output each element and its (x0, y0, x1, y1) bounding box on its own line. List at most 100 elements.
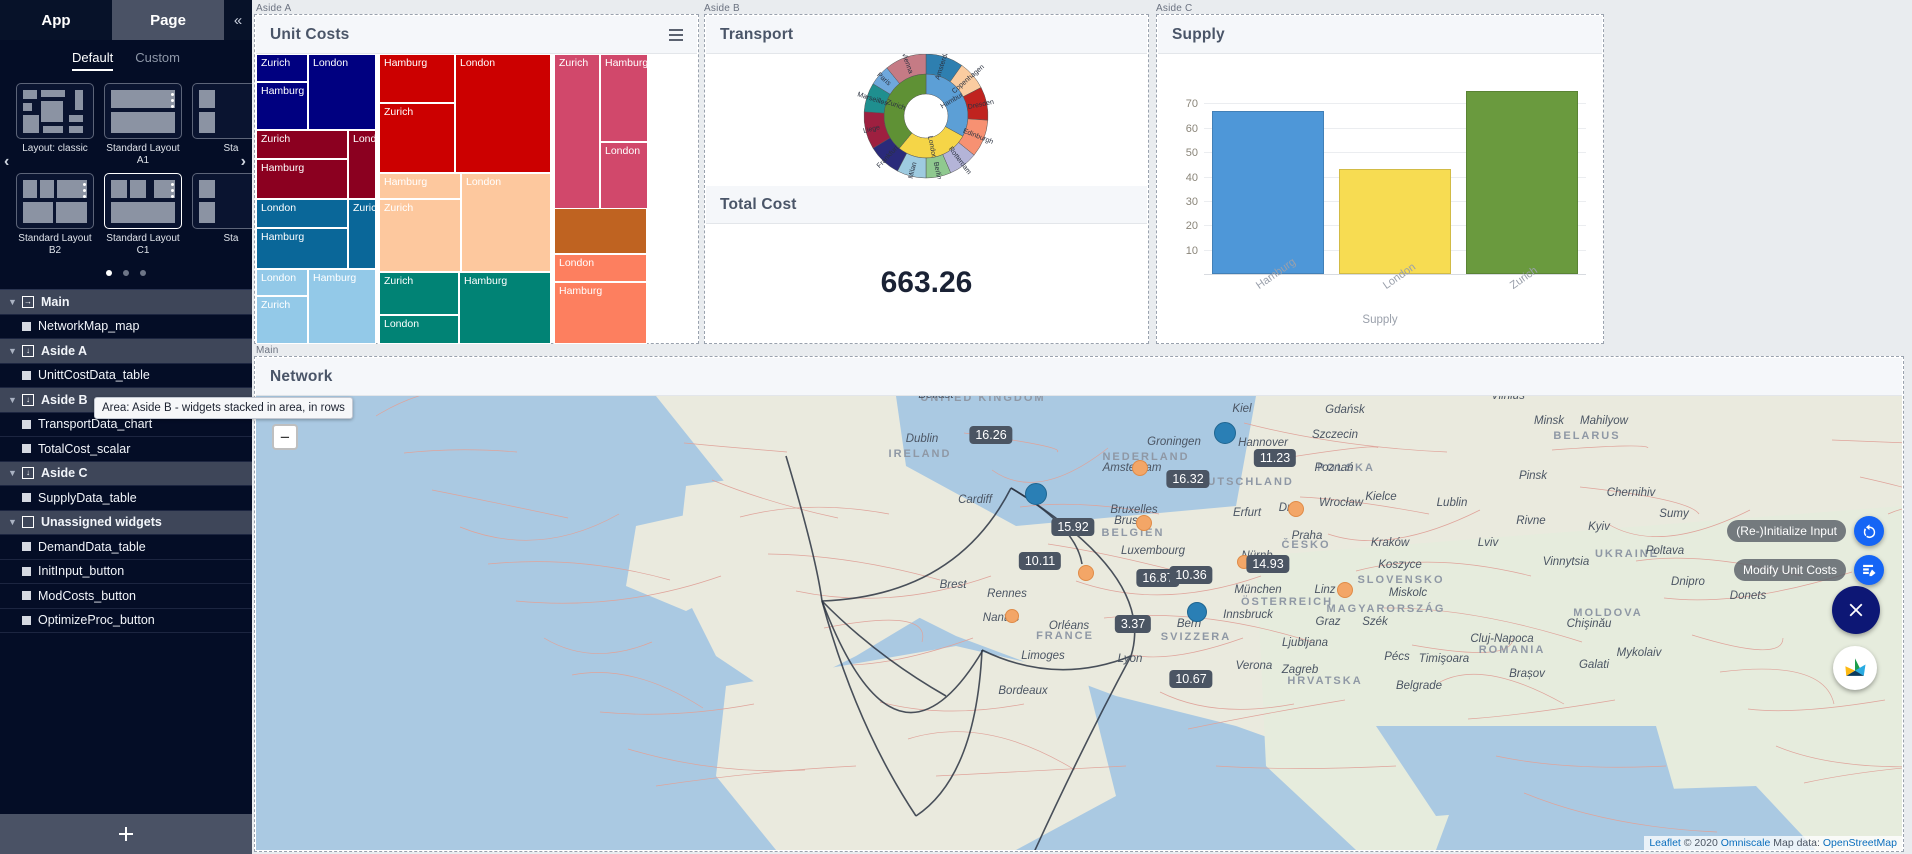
treemap-cell[interactable]: London (554, 254, 647, 282)
chevron-down-icon[interactable]: ▼ (8, 517, 22, 527)
map-node-orange[interactable] (1078, 565, 1094, 581)
unit-costs-title: Unit Costs (270, 25, 350, 43)
treemap-cell[interactable]: Zurich (348, 199, 376, 269)
chevron-down-icon[interactable]: ▼ (8, 346, 22, 356)
supply-bar-chart[interactable]: 102030405060700 HamburgLondonZurich Supp… (1158, 54, 1602, 471)
hamburger-icon[interactable] (669, 28, 683, 41)
treemap-cell[interactable]: Zurich (379, 199, 461, 272)
add-widget-button[interactable] (0, 814, 252, 854)
omniscale-link[interactable]: Omniscale (1721, 837, 1771, 849)
tree-row-unittcostdata-table[interactable]: UnittCostData_table (0, 363, 252, 388)
reinitialize-input-button[interactable] (1854, 516, 1884, 546)
treemap-cell[interactable]: Zurich (647, 209, 649, 211)
layout-thumb-a1[interactable] (104, 83, 182, 139)
tree-row-main[interactable]: ▼ → Main (0, 290, 252, 315)
modify-unit-costs-label[interactable]: Modify Unit Costs (1733, 559, 1846, 581)
treemap-cell[interactable]: Zurich (554, 54, 600, 209)
map-node-orange[interactable] (1136, 515, 1152, 531)
subtab-custom[interactable]: Custom (135, 50, 180, 71)
map-node-blue[interactable] (1187, 602, 1207, 622)
tab-page[interactable]: Page (112, 0, 224, 40)
treemap-cell[interactable]: Hamburg (256, 82, 308, 130)
map-zoom-out-button[interactable]: − (272, 424, 298, 450)
tree-row-aside-c[interactable]: ▼ ↓ Aside C (0, 461, 252, 486)
gallery-next-button[interactable]: › (241, 153, 246, 171)
treemap-cell-label: London (559, 257, 595, 269)
tree-row-demanddata-table[interactable]: DemandData_table (0, 535, 252, 560)
modify-unit-costs-button[interactable] (1854, 555, 1884, 585)
gallery-page-dots[interactable] (0, 263, 252, 285)
layout-card-classic[interactable]: Layout: classic (16, 83, 94, 167)
map-city-label: München (1234, 584, 1282, 596)
treemap-cell[interactable]: Hamburg (379, 173, 461, 199)
treemap-cell[interactable]: Hamburg (379, 54, 455, 103)
supply-y-tick: 30 (1185, 195, 1198, 208)
map-node-blue[interactable] (1214, 422, 1236, 444)
treemap-cell[interactable]: London (461, 173, 551, 272)
treemap-cell[interactable]: London (256, 199, 348, 228)
tree-row-initinput-button[interactable]: InitInput_button (0, 559, 252, 584)
chevron-down-icon[interactable]: ▼ (8, 297, 22, 307)
supply-bar[interactable] (1466, 91, 1579, 274)
gallery-dot-2[interactable] (123, 270, 129, 276)
treemap-cell[interactable]: Zurich (256, 296, 308, 344)
treemap-cell[interactable]: London (256, 269, 308, 296)
map-edge-cost-label: 10.36 (1169, 566, 1213, 584)
chevron-down-icon[interactable]: ▼ (8, 395, 22, 405)
unit-costs-treemap[interactable]: Zurich Hamburg London Zurich Hamburg London Lo… (256, 54, 697, 344)
treemap-cell[interactable]: Hamburg (459, 272, 551, 344)
treemap-cell[interactable]: London (455, 54, 551, 173)
tree-row-optimizeproc-button[interactable]: OptimizeProc_button (0, 608, 252, 633)
map-country-label: ROMANIA (1478, 644, 1546, 656)
tree-row-aside-a[interactable]: ▼ ↓ Aside A (0, 339, 252, 364)
chevron-down-icon[interactable]: ▼ (8, 468, 22, 478)
tree-row-modcosts-button[interactable]: ModCosts_button (0, 584, 252, 609)
treemap-cell[interactable]: Hamburg (256, 159, 348, 199)
tree-row-unassigned-widgets[interactable]: ▼ Unassigned widgets (0, 510, 252, 535)
tree-row-networkmap-map[interactable]: NetworkMap_map (0, 314, 252, 339)
transport-sunburst-chart[interactable]: Hamburg London Zurich Amsterdam Copenhagen Dr… (706, 44, 1147, 180)
layout-card-c1[interactable]: Standard Layout C1 (104, 173, 182, 257)
map-node-orange[interactable] (1005, 609, 1019, 623)
treemap-cell[interactable]: Zurich (379, 272, 459, 315)
treemap-cell[interactable]: Hamburg (600, 54, 648, 142)
close-fab-button[interactable] (1832, 586, 1880, 634)
treemap-cell[interactable]: Hamburg (256, 228, 348, 269)
layout-thumb-c1[interactable] (104, 173, 182, 229)
map-node-orange[interactable] (1132, 460, 1148, 476)
supply-bar[interactable] (1338, 169, 1452, 274)
gallery-dot-1[interactable] (106, 270, 112, 276)
tree-row-totalcost-scalar[interactable]: TotalCost_scalar (0, 437, 252, 462)
map-city-label: Brest (939, 579, 967, 591)
area-label-aside-a: Aside A (256, 3, 292, 14)
layout-thumb-classic[interactable] (16, 83, 94, 139)
gallery-prev-button[interactable]: ‹ (4, 153, 9, 171)
supply-bar[interactable] (1211, 110, 1324, 274)
layout-card-b2[interactable]: Standard Layout B2 (16, 173, 94, 257)
openstreetmap-link[interactable]: OpenStreetMap (1823, 837, 1897, 849)
tree-row-supplydata-table[interactable]: SupplyData_table (0, 486, 252, 511)
layout-card-a1[interactable]: Standard Layout A1 (104, 83, 182, 167)
treemap-cell[interactable]: Hamburg (308, 269, 376, 344)
layout-thumb-b2[interactable] (16, 173, 94, 229)
anylogic-logo-button[interactable] (1833, 646, 1877, 690)
treemap-cell[interactable]: Zurich (256, 130, 348, 159)
map-node-blue[interactable] (1025, 483, 1047, 505)
treemap-cell[interactable]: London (308, 54, 376, 130)
treemap-cell[interactable]: London (379, 315, 459, 344)
subtab-default[interactable]: Default (72, 50, 114, 71)
map-node-orange[interactable] (1337, 582, 1353, 598)
tab-app[interactable]: App (0, 0, 112, 40)
map-node-orange[interactable] (1288, 501, 1304, 517)
treemap-cell[interactable]: London (600, 142, 648, 209)
reinitialize-input-label[interactable]: (Re-)Initialize Input (1727, 520, 1846, 542)
map-city-label: Kielce (1365, 491, 1397, 503)
treemap-cell[interactable]: Zurich (256, 54, 308, 82)
treemap-cell[interactable]: London (348, 130, 376, 199)
treemap-cell[interactable]: Zurich (379, 103, 455, 173)
gallery-dot-3[interactable] (140, 270, 146, 276)
leaflet-link[interactable]: Leaflet (1649, 837, 1681, 849)
treemap-cell[interactable]: Hamburg (554, 282, 647, 344)
network-map[interactable]: − UNITED KINGDOM IRELAND NEDERLAND BELGIEN D… (256, 396, 1902, 850)
collapse-sidebar-button[interactable]: « (224, 0, 252, 40)
